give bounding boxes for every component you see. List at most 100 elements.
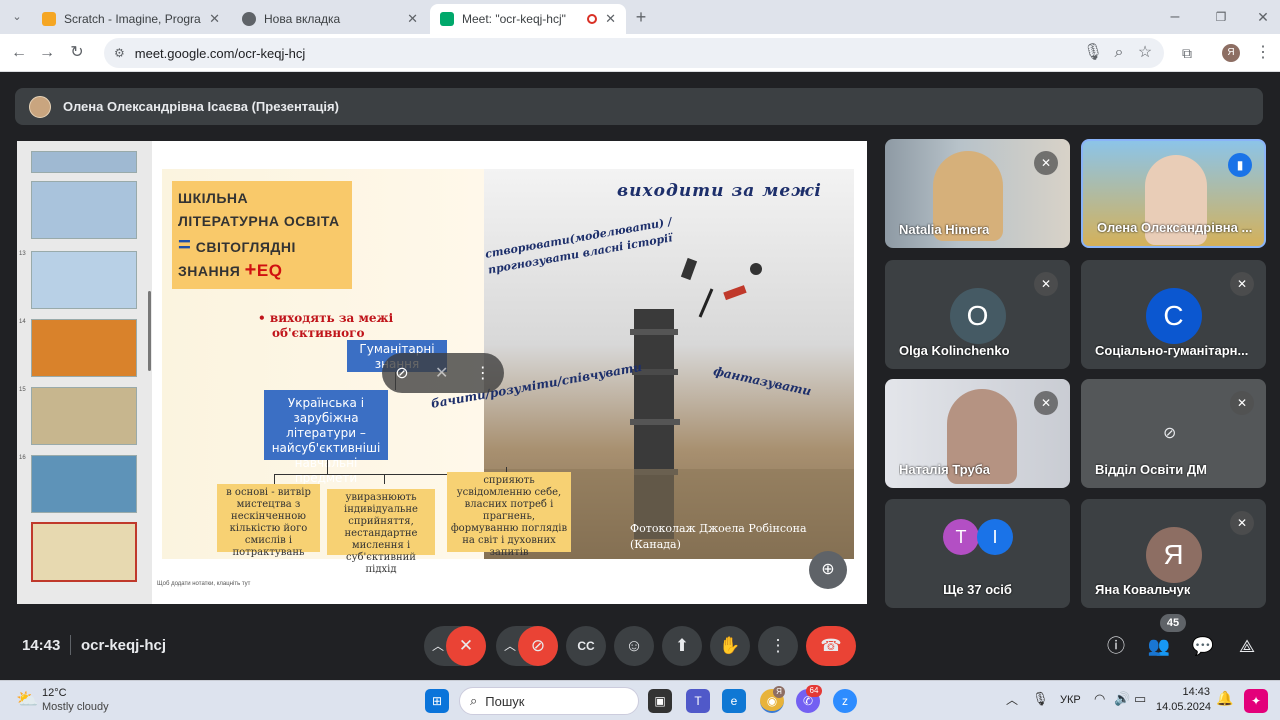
tab-title: Scratch - Imagine, Program, Sha [64, 12, 201, 26]
bookmark-star-icon[interactable]: ☆ [1134, 42, 1156, 64]
current-slide: ШКІЛЬНА ЛІТЕРАТУРНА ОСВІТА = СВІТОГЛЯДНІ… [162, 169, 854, 575]
back-arrow-icon[interactable]: ← [8, 42, 30, 64]
edge-icon[interactable]: e [722, 689, 746, 713]
slide-number: 13 [19, 251, 26, 257]
zoom-in-icon[interactable]: ⊕ [809, 551, 847, 589]
address-bar[interactable]: ⚙ meet.google.com/ocr-keqj-hcj [104, 38, 1164, 68]
tray-chevron-icon[interactable]: ︿ [1006, 691, 1018, 708]
more-options-button[interactable]: ⋮ [758, 626, 798, 666]
extensions-icon[interactable]: ⧉ [1176, 42, 1198, 64]
slide-number: 15 [19, 387, 26, 393]
participant-tile[interactable]: ✕ Natalia Himera [885, 139, 1070, 248]
copilot-icon[interactable]: ✦ [1244, 689, 1268, 713]
tab-search-chevron-icon[interactable]: ⌄ [6, 6, 28, 28]
connector-line [274, 474, 275, 484]
participant-name: Відділ Освіти ДМ [1095, 462, 1207, 477]
participant-avatar: І [977, 519, 1013, 555]
chat-button[interactable]: 💬 [1185, 628, 1221, 664]
leave-call-button[interactable]: ☎ [806, 626, 856, 666]
present-button[interactable]: ⬆ [662, 626, 702, 666]
presenter-avatar [29, 95, 51, 118]
slide-thumbnail[interactable] [31, 181, 137, 239]
participant-tile[interactable]: ⊘ ✕ Відділ Освіти ДМ [1081, 379, 1266, 488]
keyboard-language[interactable]: УКР [1060, 694, 1081, 706]
emoji-icon: ☺ [625, 636, 643, 655]
battery-icon[interactable]: ▭ [1134, 691, 1146, 707]
teams-icon[interactable]: T [686, 689, 710, 713]
tab-new-tab[interactable]: Нова вкладка ✕ [232, 4, 428, 34]
thumbnails-scrollbar[interactable] [148, 291, 151, 371]
weather-temp: 12°C [42, 687, 67, 699]
people-button[interactable]: 👥 [1141, 628, 1177, 664]
microphone-off-button[interactable]: ✕ [446, 626, 486, 666]
participant-tile[interactable]: С ✕ Соціально-гуманітарн... [1081, 260, 1266, 369]
people-count-badge: 45 [1160, 614, 1186, 632]
more-options-icon[interactable]: ⋮ [475, 363, 491, 383]
participant-tile[interactable]: Я ✕ Яна Ковальчук [1081, 499, 1266, 608]
scratch-favicon-icon [42, 12, 56, 26]
mic-off-icon: ✕ [458, 636, 474, 655]
participant-tile[interactable]: O ✕ Olga Kolinchenko [885, 260, 1070, 369]
zoom-icon[interactable]: ⌕ [1108, 42, 1130, 64]
taskbar-search[interactable]: ⌕ Пошук [459, 687, 639, 715]
wifi-icon[interactable]: ◠ [1094, 691, 1105, 707]
close-tab-icon[interactable]: ✕ [407, 11, 418, 27]
meeting-info-button[interactable]: ⓘ [1098, 628, 1134, 664]
mic-off-icon: ✕ [1034, 272, 1058, 296]
tab-meet[interactable]: Meet: "ocr-keqj-hcj" ✕ [430, 4, 626, 34]
chevron-up-icon[interactable]: ︿ [504, 639, 516, 653]
slide-thumbnail[interactable] [31, 455, 137, 513]
reload-icon[interactable]: ↻ [66, 42, 88, 64]
microphone-icon[interactable]: 🎙 [1082, 42, 1104, 64]
site-info-icon[interactable]: ⚙ [114, 46, 125, 60]
weather-cloud-icon[interactable]: ⛅ [16, 689, 38, 710]
participant-tile-speaking[interactable]: ▮ Олена Олександрівна ... [1081, 139, 1266, 248]
slide-thumbnail[interactable] [31, 387, 137, 445]
forward-arrow-icon[interactable]: → [36, 42, 58, 64]
volume-icon[interactable]: 🔊 [1114, 691, 1130, 707]
captions-button[interactable]: CC [566, 626, 606, 666]
more-participants-tile[interactable]: T І Ще 37 осіб [885, 499, 1070, 608]
connector-line [384, 474, 385, 484]
participant-name: Natalia Himera [899, 222, 990, 237]
slide-thumbnail[interactable] [31, 251, 137, 309]
participant-avatar: Я [1145, 527, 1202, 583]
slide-thumbnail[interactable] [31, 319, 137, 377]
windows-start-icon[interactable]: ⊞ [425, 689, 449, 713]
new-tab-plus-icon[interactable]: + [630, 6, 652, 28]
browser-toolbar: ← → ↻ ⚙ meet.google.com/ocr-keqj-hcj 🎙 ⌕… [0, 34, 1280, 72]
meet-favicon-icon [440, 12, 454, 26]
chevron-up-icon[interactable]: ︿ [432, 639, 444, 653]
zoom-app-icon[interactable]: z [833, 689, 857, 713]
pin-off-icon[interactable]: ⊘ [395, 363, 408, 383]
activities-button[interactable]: ⟁ [1229, 628, 1265, 664]
profile-avatar[interactable]: Я [1222, 44, 1240, 62]
camera-off-button[interactable]: ⊘ [518, 626, 558, 666]
taskbar-date[interactable]: 14.05.2024 [1156, 701, 1211, 713]
caption-line: Фотоколаж Джоела Робінсона [630, 522, 807, 535]
participant-tile[interactable]: ✕ Наталія Труба [885, 379, 1070, 488]
mute-presentation-icon[interactable]: ✕ [435, 363, 448, 383]
close-window-icon[interactable]: ✕ [1252, 6, 1274, 28]
task-view-icon[interactable]: ▣ [648, 689, 672, 713]
taskbar-time[interactable]: 14:43 [1170, 686, 1210, 698]
slide-thumbnails-panel: 13 14 15 16 [17, 141, 152, 604]
speaking-indicator-icon: ▮ [1228, 153, 1252, 177]
browser-menu-icon[interactable]: ⋮ [1252, 42, 1274, 64]
chrome-profile-badge: Я [773, 686, 785, 698]
tab-scratch[interactable]: Scratch - Imagine, Program, Sha ✕ [32, 4, 230, 34]
slide-thumbnail[interactable] [31, 151, 137, 173]
raise-hand-button[interactable]: ✋ [710, 626, 750, 666]
reactions-button[interactable]: ☺ [614, 626, 654, 666]
minimize-icon[interactable]: – [1164, 6, 1186, 28]
more-participants-label: Ще 37 осіб [943, 582, 1012, 597]
search-placeholder: Пошук [485, 693, 525, 709]
close-tab-icon[interactable]: ✕ [605, 11, 616, 27]
hand-icon: ✋ [719, 636, 741, 655]
notifications-bell-icon[interactable]: 🔔 [1216, 690, 1233, 707]
restore-icon[interactable]: ❐ [1210, 6, 1232, 28]
slide-thumbnail-selected[interactable] [31, 522, 137, 582]
close-tab-icon[interactable]: ✕ [209, 11, 220, 27]
tab-title: Meet: "ocr-keqj-hcj" [462, 12, 566, 26]
tray-mic-icon[interactable]: 🎙 [1032, 691, 1049, 707]
